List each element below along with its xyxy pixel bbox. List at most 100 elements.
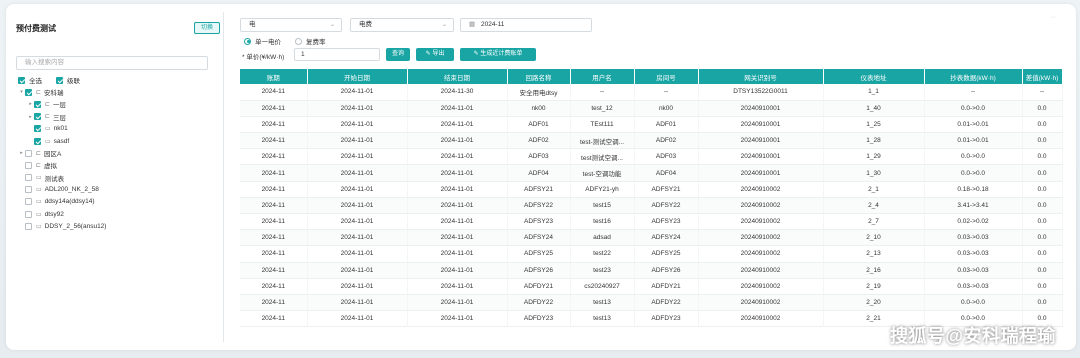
tree-item[interactable]: ▸ ⊏ 三层 [18,111,218,123]
energy-type-select[interactable]: 电 ⌄ [240,18,342,32]
table-cell: 0.0->0.0 [924,164,1023,182]
column-header[interactable]: 网关识别号 [698,69,824,84]
table-row[interactable]: 2024-11 2024-11-01 2024-11-30 安全用电dtsy -- -- D… [240,84,1063,101]
tree-item[interactable]: ▸ ⊏ 园区A [18,147,218,159]
tree-item[interactable]: ▾ ⊏ 安科瑞 [18,86,218,98]
table-row[interactable]: 2024-11 2024-11-01 2024-11-01 ADFSY22 test15… [240,197,1063,215]
table-cell: 2024-11 [240,148,308,166]
tree-item[interactable]: ▭ DDSY_2_56(ansu12) [18,220,218,232]
tree-item[interactable]: ▭ sasdf [18,135,218,147]
tree-expand-icon[interactable]: ▸ [27,101,34,107]
tree-item-checkbox[interactable] [34,113,41,121]
price-input[interactable]: 1 [294,48,380,61]
tree-item[interactable]: ⊏ 虚拟 [18,159,218,171]
tree-item-label: DDSY_2_56(ansu12) [44,222,107,230]
column-header[interactable]: 结束日期 [407,69,508,84]
table-cell: ADFSY21 [507,181,571,198]
table-cell: 2024-11 [240,262,308,279]
table-row[interactable]: 2024-11 2024-11-01 2024-11-01 ADFDY22 test13… [240,294,1063,312]
tree-item-label: 虚拟 [44,163,58,171]
tree-item[interactable]: ▭ nk01 [18,123,218,135]
tree-item-label: nk01 [53,125,68,133]
table-cell: TEst111 [570,116,635,134]
month-picker[interactable]: ▦ 2024-11 [460,18,592,32]
select-all-checkbox[interactable] [18,76,25,84]
table-cell: -- [1022,84,1063,101]
tree-expand-icon[interactable]: ▸ [18,150,25,156]
table-row[interactable]: 2024-11 2024-11-01 2024-11-01 ADFSY24 adsad A… [240,229,1063,247]
linkage-checkbox[interactable] [56,76,63,84]
table-cell: 0.03->0.03 [924,262,1023,279]
multi-rate-radio[interactable] [295,37,302,45]
meter-icon: ▭ [36,187,42,194]
query-button[interactable]: 查询 [386,48,410,61]
table-row[interactable]: 2024-11 2024-11-01 2024-11-01 ADF02 test-测试空… [240,132,1063,150]
table-cell: 2024-11-01 [407,294,508,312]
column-header[interactable]: 差值(kW·h) [1022,69,1063,84]
table-cell: 2_7 [823,213,925,231]
table-row[interactable]: 2024-11 2024-11-01 2024-11-01 ADFSY23 test16… [240,213,1063,231]
energy-type-value: 电 [249,21,256,28]
meter-icon: ▭ [36,223,42,230]
device-tree: 全选 级联 ▾ ⊏ 安科瑞 ▸ ⊏ 一层 ▸ ⊏ 三层 ▭ nk01 ▭ sasdf ▸ ⊏ 园区A ⊏ 虚拟 ▭ 测… [18,74,218,232]
table-cell: -- [634,84,699,101]
table-cell: adsad [570,229,635,247]
table-cell: 0.03->0.03 [924,245,1023,263]
table-cell: 2024-11-01 [307,294,408,312]
search-input[interactable]: 输入搜索内容 [16,56,208,70]
table-cell: 20240910002 [698,213,824,231]
tree-item-checkbox[interactable] [25,174,32,182]
tree-item[interactable]: ▭ dtsy92 [18,208,218,220]
tree-expand-icon[interactable]: ▸ [27,114,34,120]
table-cell: 2_19 [823,278,925,295]
tree-item-checkbox[interactable] [34,137,41,145]
multi-rate-label: 复费率 [306,39,326,46]
tree-item-checkbox[interactable] [25,88,32,96]
tree-item-checkbox[interactable] [25,210,32,218]
table-cell: test-空调功能 [570,164,635,182]
table-cell: 0.0 [1022,132,1063,150]
single-price-radio[interactable] [244,37,251,45]
column-header[interactable]: 仪表地址 [823,69,925,84]
folder-icon: ⊏ [36,89,42,96]
column-header[interactable]: 房间号 [634,69,699,84]
table-row[interactable]: 2024-11 2024-11-01 2024-11-01 ADFSY21 ADFY21… [240,181,1063,198]
tree-item-checkbox[interactable] [25,198,32,206]
table-cell: 2024-11 [240,197,308,215]
tree-item[interactable]: ▭ ddsy14a(ddsy14) [18,196,218,208]
tree-expand-icon[interactable]: ▾ [18,89,25,95]
tree-item-checkbox[interactable] [25,222,32,230]
generate-bill-button[interactable]: ✎ 生成近计费账单 [460,48,536,61]
table-cell: 2024-11-01 [407,278,508,295]
table-row[interactable]: 2024-11 2024-11-01 2024-11-01 ADFSY25 test22… [240,245,1063,263]
column-header[interactable]: 用户名 [570,69,635,84]
table-row[interactable]: 2024-11 2024-11-01 2024-11-01 nk00 test_12 nk… [240,100,1063,117]
tree-item[interactable]: ▭ 测试表 [18,172,218,184]
window-controls-icon: ⋯ [1050,15,1056,21]
column-header[interactable]: 开始日期 [307,69,408,84]
table-row[interactable]: 2024-11 2024-11-01 2024-11-01 ADFSY26 test23… [240,262,1063,279]
table-cell: 20240910002 [698,245,824,263]
table-cell: 20240910001 [698,100,824,117]
table-cell: 2024-11 [240,213,308,231]
tree-item-checkbox[interactable] [25,149,32,157]
table-cell: ADFDY23 [507,310,571,328]
table-row[interactable]: 2024-11 2024-11-01 2024-11-01 ADF03 test测试空调… [240,148,1063,166]
column-header[interactable]: 账期 [240,69,308,84]
table-cell: 2024-11-01 [307,278,408,295]
table-row[interactable]: 2024-11 2024-11-01 2024-11-01 ADFDY21 cs2024… [240,278,1063,295]
column-header[interactable]: 回路名称 [507,69,571,84]
tree-item-checkbox[interactable] [25,186,32,194]
tree-item[interactable]: ▸ ⊏ 一层 [18,98,218,110]
table-row[interactable]: 2024-11 2024-11-01 2024-11-01 ADF04 test-空调功… [240,164,1063,182]
switch-button[interactable]: 切换 [194,22,220,34]
table-cell: 0.0 [1022,148,1063,166]
tree-item[interactable]: ▭ ADL200_NK_2_58 [18,184,218,196]
export-button[interactable]: ✎ 导出 [416,48,454,61]
fee-type-select[interactable]: 电费 ⌄ [350,18,454,32]
tree-item-checkbox[interactable] [34,100,41,108]
column-header[interactable]: 抄表数据(kW·h) [924,69,1023,84]
tree-item-checkbox[interactable] [34,125,41,133]
tree-item-checkbox[interactable] [25,161,32,169]
table-row[interactable]: 2024-11 2024-11-01 2024-11-01 ADF01 TEst111 A… [240,116,1063,134]
